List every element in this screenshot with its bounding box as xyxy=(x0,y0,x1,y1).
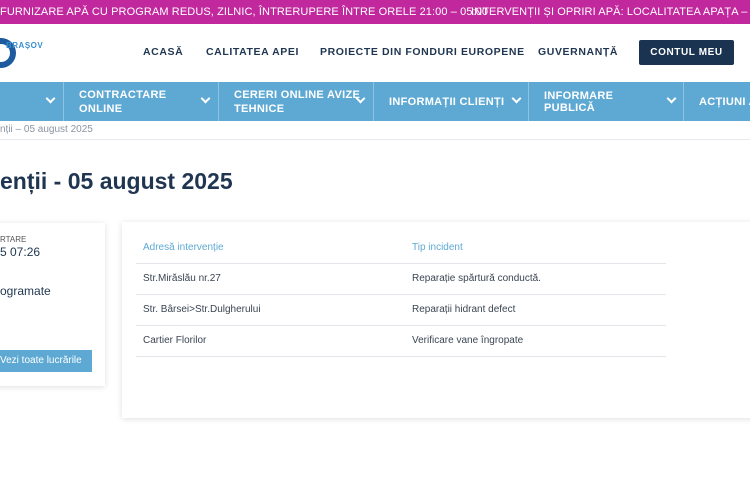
nav-item-technical-permits[interactable]: CERERI ONLINE AVIZE TEHNICE xyxy=(234,82,364,121)
table-cell-incident: Reparație spărtură conductă. xyxy=(412,273,541,284)
nav-item-public-info[interactable]: INFORMARE PUBLICĂ xyxy=(544,82,664,121)
ticker-text: INTERVENȚII ȘI OPRIRI APĂ: LOCALITATEA A… xyxy=(471,6,750,18)
table-cell-address: Str.Mirăslău nr.27 xyxy=(143,273,221,284)
nav-link-governance[interactable]: GUVERNANȚĂ xyxy=(538,46,618,58)
table-header-incident-type: Tip incident xyxy=(412,242,463,253)
nav-item-actions[interactable]: ACȚIUNI A xyxy=(699,82,750,121)
nav-link-eu-projects[interactable]: PROIECTE DIN FONDURI EUROPENE xyxy=(320,46,525,58)
table-divider xyxy=(136,294,666,295)
status-text: ogramate xyxy=(0,284,51,298)
table-cell-incident: Reparații hidrant defect xyxy=(412,304,516,315)
table-divider xyxy=(136,356,666,357)
page-title: enții - 05 august 2025 xyxy=(0,168,233,194)
site-header: BRAȘOV ACASĂ CALITATEA APEI PROIECTE DIN… xyxy=(0,24,750,82)
interventions-table-card: Adresă intervenție Tip incident Str.Miră… xyxy=(122,222,750,418)
ticker-text: FURNIZARE APĂ CU PROGRAM REDUS, ZILNIC, … xyxy=(0,6,489,18)
nav-separator xyxy=(63,82,64,121)
main-navigation: CONTRACTARE ONLINE CERERI ONLINE AVIZE T… xyxy=(0,82,750,121)
nav-separator xyxy=(683,82,684,121)
intervention-summary-card: RTARE 5 07:26 ogramate Vezi toate lucrăr… xyxy=(0,223,105,386)
nav-separator xyxy=(528,82,529,121)
nav-separator xyxy=(218,82,219,121)
view-all-works-button[interactable]: Vezi toate lucrările xyxy=(0,350,92,372)
table-cell-address: Str. Bârsei>Str.Dulgherului xyxy=(143,304,261,315)
table-cell-address: Cartier Florilor xyxy=(143,335,207,346)
nav-separator xyxy=(373,82,374,121)
chevron-down-icon[interactable] xyxy=(45,93,56,104)
table-header-address: Adresă intervenție xyxy=(143,242,224,253)
announcement-ticker[interactable]: FURNIZARE APĂ CU PROGRAM REDUS, ZILNIC, … xyxy=(0,0,750,24)
report-date: 5 07:26 xyxy=(0,245,41,259)
table-divider xyxy=(136,263,666,264)
breadcrumb: nții – 05 august 2025 xyxy=(0,124,93,135)
nav-link-water-quality[interactable]: CALITATEA APEI xyxy=(206,46,299,58)
logo-text: BRAȘOV xyxy=(6,41,44,50)
table-divider xyxy=(136,325,666,326)
report-label: RTARE xyxy=(0,235,27,244)
nav-item-client-info[interactable]: INFORMAȚII CLIENȚI xyxy=(389,82,514,121)
nav-item-contracting[interactable]: CONTRACTARE ONLINE xyxy=(79,82,219,121)
account-button[interactable]: CONTUL MEU xyxy=(639,40,734,65)
nav-link-home[interactable]: ACASĂ xyxy=(143,46,183,58)
chevron-down-icon[interactable] xyxy=(666,93,677,104)
table-cell-incident: Verificare vane îngropate xyxy=(412,335,524,346)
divider xyxy=(0,139,750,140)
